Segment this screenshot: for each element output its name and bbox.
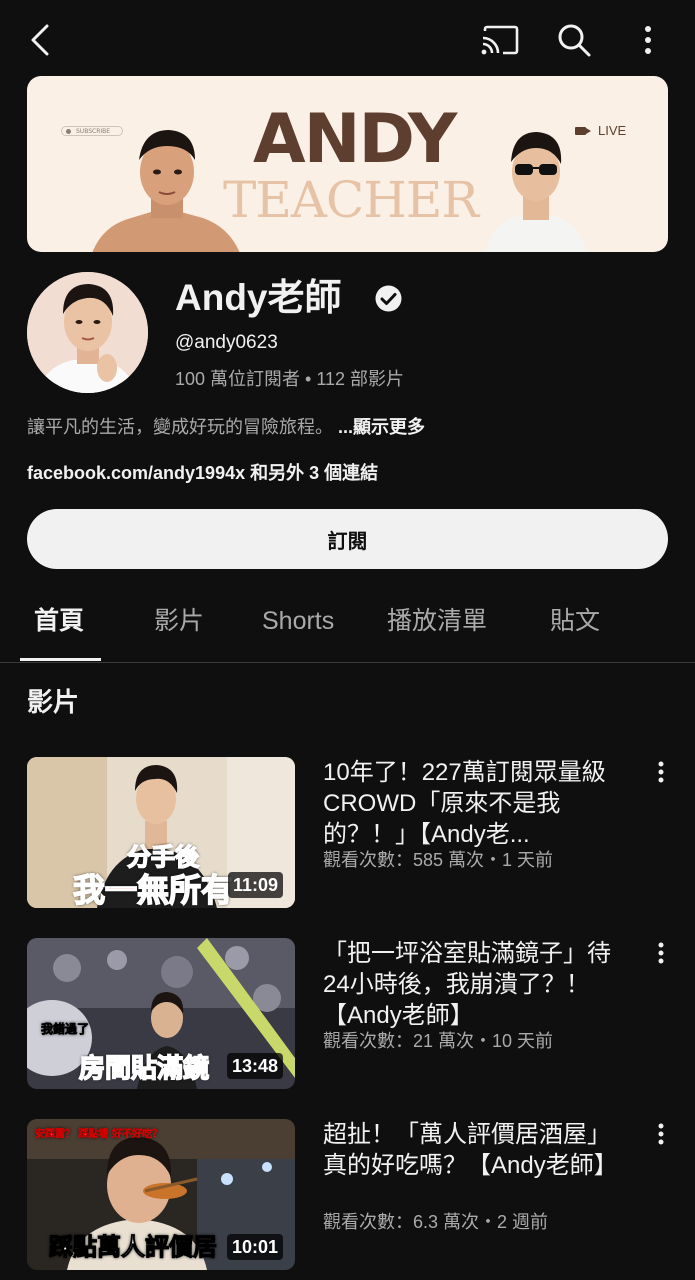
thumbnail-overlay-bottom: 我一無所有 [72,870,234,908]
banner-live-label: LIVE [598,123,627,138]
thumbnail-overlay-small: 安踩雷？ 踩點看 好不好吃？ [35,1129,162,1141]
active-tab-indicator [20,658,101,661]
tab-home[interactable]: 首頁 [34,604,84,638]
tab-videos[interactable]: 影片 [154,604,204,638]
video-item[interactable]: 分手後 我一無所有 11:09 10年了！227萬訂閱眾量級CROWD「原來不是… [0,757,695,911]
video-title[interactable]: 10年了！227萬訂閱眾量級CROWD「原來不是我的？！」【Andy老... [323,757,633,850]
banner-title-line1: ANDY [253,100,457,179]
video-thumbnail[interactable]: 我錯過了 房間貼滿鏡 13:48 [27,938,295,1089]
video-meta: 觀看次數：21 萬次・10 天前 [323,1031,554,1051]
description-text: 讓平凡的生活，變成好玩的冒險旅程。 [27,417,338,437]
video-meta: 觀看次數：6.3 萬次・2 週前 [323,1212,549,1232]
cast-icon[interactable] [480,20,520,60]
video-item[interactable]: 安踩雷？ 踩點看 好不好吃？ 踩點萬人評價居 10:01 超扯！「萬人評價居酒屋… [0,1119,695,1273]
video-duration: 10:01 [226,1234,283,1260]
back-icon[interactable] [20,20,60,60]
banner-person-left-image [92,130,240,252]
channel-name: Andy老師 [175,277,342,318]
tab-shorts[interactable]: Shorts [262,604,334,638]
banner-person-right-image [485,132,587,252]
thumbnail-overlay-small: 我錯過了 [41,1022,90,1037]
tab-playlists[interactable]: 播放清單 [387,604,487,638]
video-meta: 觀看次數：585 萬次・1 天前 [323,850,554,870]
channel-stats: 100 萬位訂閱者 • 112 部影片 [175,369,405,389]
more-vert-icon[interactable] [650,761,672,789]
video-thumbnail[interactable]: 安踩雷？ 踩點看 好不好吃？ 踩點萬人評價居 10:01 [27,1119,295,1270]
show-more-link[interactable]: ...顯示更多 [338,417,425,437]
channel-tabs: 首頁 影片 Shorts 播放清單 貼文 [0,592,695,663]
section-title: 影片 [27,687,80,717]
more-vert-icon[interactable] [650,1123,672,1151]
verified-icon [375,285,402,312]
subscribe-button[interactable]: 訂閱 [27,509,668,569]
banner-title-line2: TEACHER [223,171,479,229]
thumbnail-overlay-bottom: 房間貼滿鏡 [78,1053,210,1085]
top-app-bar [0,0,695,78]
video-item[interactable]: 我錯過了 房間貼滿鏡 13:48 「把一坪浴室貼滿鏡子」待24小時後，我崩潰了？… [0,938,695,1092]
video-title[interactable]: 超扯！「萬人評價居酒屋」真的好吃嗎？【Andy老師】 [323,1119,633,1181]
more-vert-icon[interactable] [628,20,668,60]
video-duration: 11:09 [227,872,283,898]
thumbnail-overlay-bottom: 踩點萬人評價居 [49,1232,218,1262]
channel-avatar[interactable] [27,272,148,393]
channel-links[interactable]: facebook.com/andy1994x 和另外 3 個連結 [27,460,378,486]
search-icon[interactable] [554,20,594,60]
video-thumbnail[interactable]: 分手後 我一無所有 11:09 [27,757,295,908]
video-title[interactable]: 「把一坪浴室貼滿鏡子」待24小時後，我崩潰了？！【Andy老師】 [323,938,633,1031]
channel-banner: SUBSCRIBE ANDY TEACHER LIVE [27,76,668,252]
tab-posts[interactable]: 貼文 [550,604,600,638]
video-duration: 13:48 [226,1053,283,1079]
more-vert-icon[interactable] [650,942,672,970]
channel-handle: @andy0623 [175,332,278,353]
channel-description[interactable]: 讓平凡的生活，變成好玩的冒險旅程。 ...顯示更多 [27,414,425,440]
